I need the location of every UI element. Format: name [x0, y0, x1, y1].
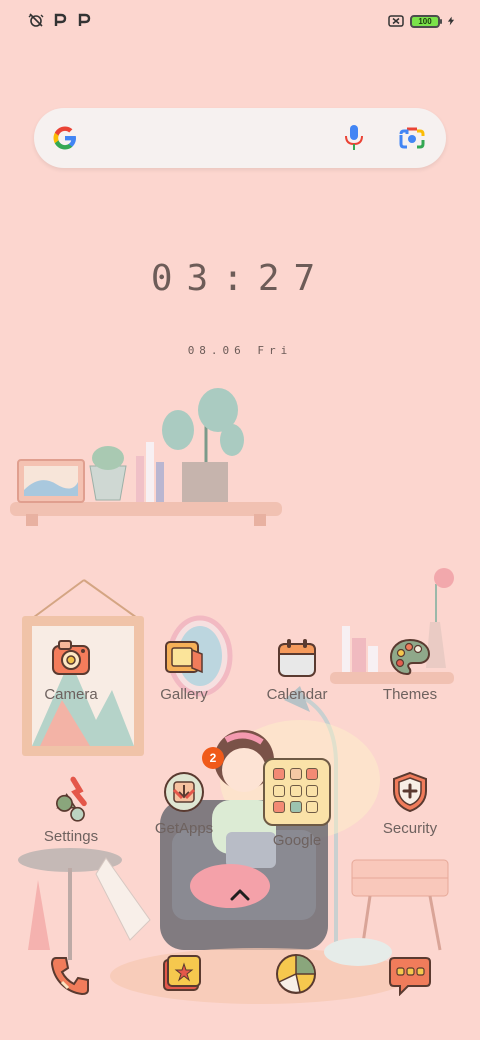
app-label: GetApps [154, 820, 214, 837]
folder-app-thumb [273, 768, 285, 780]
browser-icon[interactable] [274, 952, 318, 996]
app-drawer-chevron-up-icon[interactable] [226, 885, 254, 905]
status-left-icons [28, 12, 92, 28]
app-settings[interactable]: Settings [21, 770, 121, 845]
p-icon [78, 13, 91, 26]
folder-app-thumb [289, 801, 302, 814]
folder-icon [263, 758, 331, 826]
app-calendar[interactable]: Calendar [247, 636, 347, 703]
battery-icon: 100 [410, 14, 442, 28]
clock-date[interactable]: 08.06 Fri [0, 344, 480, 357]
no-sim-icon [388, 15, 404, 27]
folder-app-thumb [289, 784, 302, 797]
app-themes[interactable]: Themes [360, 636, 460, 703]
app-security[interactable]: Security [360, 770, 460, 837]
clock-time[interactable]: 03:27 [0, 258, 480, 299]
p-icon [54, 13, 67, 26]
app-label: Themes [382, 686, 438, 703]
folder-app-thumb [273, 784, 285, 797]
folder-app-thumb [289, 768, 302, 780]
camera-icon [52, 640, 90, 675]
alarm-off-icon [28, 13, 44, 27]
shield-icon [393, 771, 427, 813]
settings-icon [56, 776, 87, 822]
mic-icon[interactable] [344, 124, 364, 152]
dock [0, 950, 480, 1010]
calendar-icon [278, 639, 316, 677]
status-right-icons: 100 [388, 13, 456, 29]
status-bar: 100 [0, 0, 480, 42]
app-label: Settings [43, 828, 99, 845]
app-getapps[interactable]: GetApps [134, 770, 234, 837]
getapps-icon [164, 772, 204, 812]
folder-app-thumb [306, 801, 319, 814]
folder-google[interactable]: Google [247, 758, 347, 849]
messages-icon[interactable] [160, 952, 204, 996]
gallery-icon [165, 641, 203, 674]
phone-icon[interactable] [48, 952, 92, 996]
app-camera[interactable]: Camera [21, 636, 121, 703]
app-label: Security [382, 820, 438, 837]
app-label: Gallery [160, 686, 208, 703]
chat-icon[interactable] [388, 952, 432, 996]
google-search-bar[interactable] [34, 108, 446, 168]
folder-app-thumb [306, 784, 319, 797]
palette-icon [389, 638, 431, 676]
app-label: Camera [44, 686, 98, 703]
folder-app-thumb [306, 768, 319, 780]
app-label: Google [272, 832, 322, 849]
folder-app-thumb [273, 801, 285, 814]
app-label: Calendar [266, 686, 328, 703]
notification-badge: 2 [202, 747, 224, 769]
charging-icon [447, 16, 455, 26]
battery-level: 100 [418, 16, 432, 26]
google-logo-icon [53, 126, 76, 150]
lens-camera-icon[interactable] [398, 126, 426, 150]
app-gallery[interactable]: Gallery [134, 636, 234, 703]
